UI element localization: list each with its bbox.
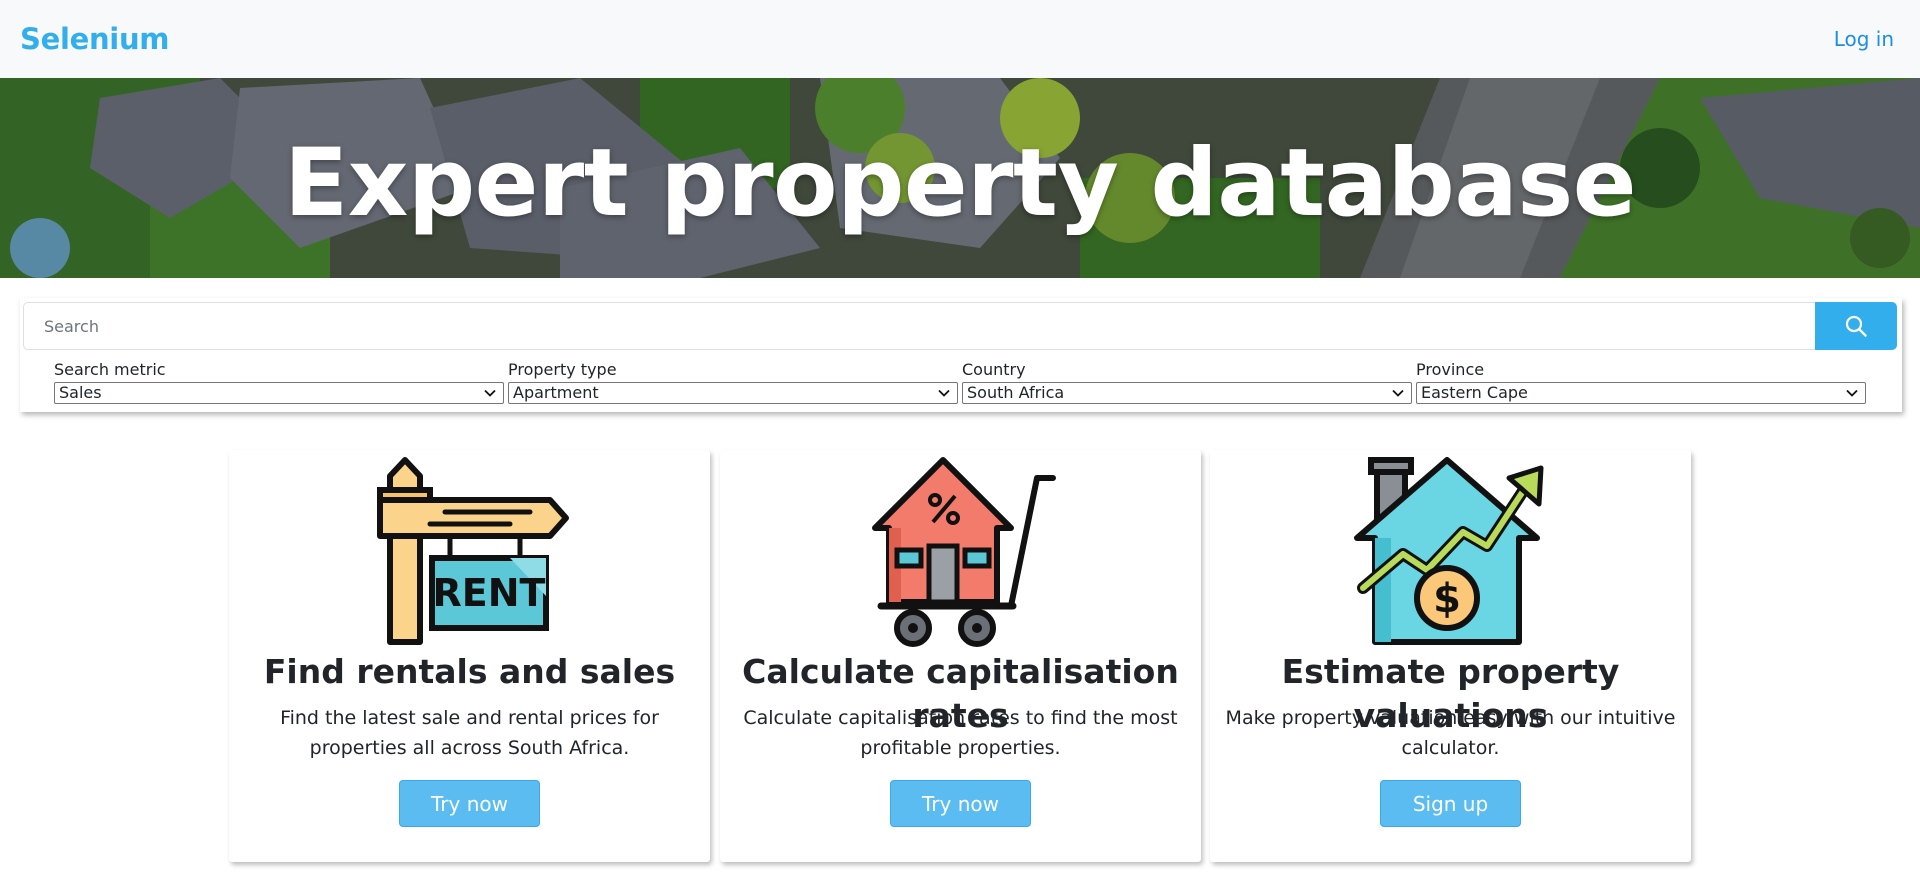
select-value: South Africa bbox=[967, 383, 1065, 402]
country-select[interactable]: South Africa bbox=[962, 382, 1412, 404]
select-value: Apartment bbox=[513, 383, 599, 402]
chevron-down-icon bbox=[1392, 389, 1404, 397]
select-value: Sales bbox=[59, 383, 102, 402]
login-link[interactable]: Log in bbox=[1834, 27, 1894, 51]
search-button[interactable] bbox=[1815, 302, 1897, 350]
filter-property-type: Property type Apartment bbox=[508, 360, 958, 404]
hero-title: Expert property database bbox=[284, 129, 1636, 238]
brand-logo[interactable]: Selenium bbox=[20, 22, 170, 56]
filter-province: Province Eastern Cape bbox=[1416, 360, 1866, 404]
filter-search-metric: Search metric Sales bbox=[54, 360, 504, 404]
feature-card-cap-rates: Calculate capitalisation rates Calculate… bbox=[720, 450, 1201, 862]
province-select[interactable]: Eastern Cape bbox=[1416, 382, 1866, 404]
card-title: Find rentals and sales bbox=[263, 652, 676, 691]
property-type-select[interactable]: Apartment bbox=[508, 382, 958, 404]
filter-label: Province bbox=[1416, 360, 1485, 379]
try-now-button[interactable]: Try now bbox=[890, 780, 1031, 827]
chevron-down-icon bbox=[1846, 389, 1858, 397]
card-description: Find the latest sale and rental prices f… bbox=[280, 707, 659, 759]
select-value: Eastern Cape bbox=[1421, 383, 1528, 402]
search-icon bbox=[1845, 315, 1867, 337]
chevron-down-icon bbox=[938, 389, 950, 397]
svg-text:$: $ bbox=[1433, 576, 1461, 622]
house-growth-icon: $ bbox=[1353, 457, 1543, 645]
chevron-down-icon bbox=[484, 389, 496, 397]
hero-banner: Expert property database bbox=[0, 78, 1920, 278]
feature-card-rentals: RENT Find rentals and sales Find the lat… bbox=[229, 450, 710, 862]
search-input[interactable] bbox=[23, 302, 1816, 350]
navbar: Selenium Log in bbox=[0, 0, 1920, 78]
search-panel: Search metric Sales Property type Apartm… bbox=[20, 298, 1902, 412]
try-now-button[interactable]: Try now bbox=[399, 780, 540, 827]
card-description: Calculate capitalisation rates to find t… bbox=[743, 707, 1178, 759]
filter-country: Country South Africa bbox=[962, 360, 1412, 404]
search-metric-select[interactable]: Sales bbox=[54, 382, 504, 404]
rent-sign-icon: RENT bbox=[376, 457, 569, 645]
svg-text:RENT: RENT bbox=[432, 571, 545, 615]
feature-card-valuations: $ Estimate property valuations Make prop… bbox=[1210, 450, 1691, 862]
filter-label: Property type bbox=[508, 360, 617, 379]
filter-label: Country bbox=[962, 360, 1026, 379]
filter-label: Search metric bbox=[54, 360, 166, 379]
sign-up-button[interactable]: Sign up bbox=[1380, 780, 1521, 827]
card-description: Make property valuation easy with our in… bbox=[1225, 707, 1676, 759]
house-cart-icon bbox=[871, 457, 1056, 647]
